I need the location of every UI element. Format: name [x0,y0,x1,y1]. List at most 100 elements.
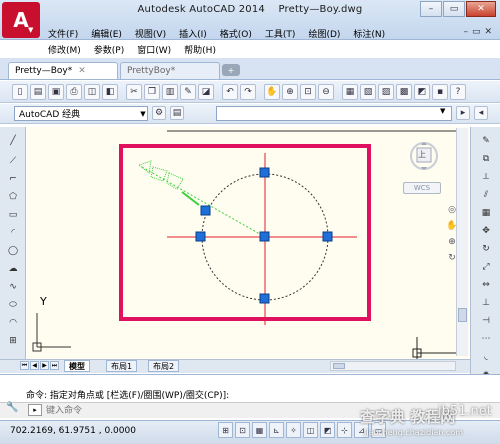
new-file-icon[interactable]: ▯ [12,83,28,100]
publish-icon[interactable]: ◧ [102,83,118,100]
layer-previous-icon[interactable]: ◂ [474,106,488,120]
polyline-icon[interactable]: ⌐ [7,173,19,185]
ellipse-icon[interactable]: ⬭ [7,299,19,311]
extend-icon[interactable]: ⊣ [480,315,492,327]
workspace-settings-icon[interactable]: ⚙ [152,106,166,120]
paste-icon[interactable]: ▥ [162,83,178,100]
ellipse-arc-icon[interactable]: ◠ [7,317,19,329]
open-file-icon[interactable]: ▤ [30,83,46,100]
zoom-realtime-icon[interactable]: ⊕ [282,83,298,100]
redo-icon[interactable]: ↷ [240,83,256,100]
print-preview-icon[interactable]: ◫ [84,83,100,100]
menu-format[interactable]: 格式(O) [220,27,252,40]
pan-icon[interactable]: ✋ [264,83,280,100]
menu-file[interactable]: 文件(F) [48,27,78,40]
menu-edit[interactable]: 编辑(E) [91,27,122,40]
rectangle-icon[interactable]: ▭ [7,209,19,221]
command-prompt-icon[interactable]: ▸ [28,404,42,416]
layer-dropdown[interactable] [216,106,452,121]
horizontal-scroll-thumb[interactable] [333,363,345,369]
spline-icon[interactable]: ∿ [7,281,19,293]
menu-draw[interactable]: 绘图(D) [308,27,340,40]
zoom-previous-icon[interactable]: ⊖ [318,83,334,100]
menu-view[interactable]: 视图(V) [135,27,166,40]
circle-icon[interactable]: ◯ [7,245,19,257]
design-center-icon[interactable]: ▧ [360,83,376,100]
menu-modify[interactable]: 修改(M) [48,43,81,56]
wrench-icon[interactable]: 🔧 [6,402,18,413]
undo-icon[interactable]: ↶ [222,83,238,100]
ortho-mode-icon[interactable]: ⊾ [269,422,284,438]
maximize-button[interactable]: ▭ [443,1,465,17]
prev-layout-icon[interactable]: ◀ [30,361,39,370]
menu-insert[interactable]: 插入(I) [179,27,207,40]
chevron-down-icon[interactable]: ▼ [440,107,445,115]
array-icon[interactable]: ▦ [480,207,492,219]
mirror-icon[interactable]: ⟂ [480,171,492,183]
doc-close-button[interactable]: ✕ [484,27,492,37]
grip-dimension[interactable] [200,205,211,216]
offset-icon[interactable]: ⫽ [480,189,492,201]
grip-quadrant-left[interactable] [195,231,206,242]
new-tab-button[interactable]: + [222,64,240,76]
tab-pretty-boy-active[interactable]: Pretty—Boy* ✕ [8,62,118,79]
stretch-icon[interactable]: ⇔ [480,279,492,291]
grip-quadrant-right[interactable] [322,231,333,242]
trim-icon[interactable]: ⊥ [480,297,492,309]
fillet-icon[interactable]: ◟ [480,351,492,363]
scale-icon[interactable]: ⤢ [480,261,492,273]
chevron-down-icon[interactable]: ▼ [138,106,148,121]
match-properties-icon[interactable]: ✎ [180,83,196,100]
command-input[interactable] [46,403,296,417]
object-snap-icon[interactable]: ◫ [303,422,318,438]
make-current-layer-icon[interactable]: ▸ [456,106,470,120]
menu-tools[interactable]: 工具(T) [265,27,296,40]
logo-dropdown-icon[interactable]: ▼ [28,26,33,34]
dimension-leader[interactable] [141,166,266,238]
doc-minimize-button[interactable]: – [463,27,468,37]
tab-layout1[interactable]: 布局1 [106,360,138,372]
copy-object-icon[interactable]: ⧉ [480,153,492,165]
zoom-window-icon[interactable]: ⊡ [300,83,316,100]
sheet-set-icon[interactable]: ▩ [396,83,412,100]
horizontal-scrollbar[interactable] [330,361,456,371]
help-icon[interactable]: ? [450,83,466,100]
vertical-scroll-thumb[interactable] [458,308,467,322]
tab-model[interactable]: 模型 [64,360,90,372]
object-snap-tracking-icon[interactable]: ⊹ [337,422,352,438]
menu-parametric[interactable]: 参数(P) [94,43,124,56]
layer-properties-icon[interactable]: ▤ [170,106,184,120]
arc-icon[interactable]: ◜ [7,227,19,239]
grip-quadrant-bottom[interactable] [259,293,270,304]
save-icon[interactable]: ▣ [48,83,64,100]
first-layout-icon[interactable]: ⏮ [20,361,29,370]
grid-display-icon[interactable]: ▦ [252,422,267,438]
line-icon[interactable]: ╱ [7,135,19,147]
markup-icon[interactable]: ◩ [414,83,430,100]
menu-window[interactable]: 窗口(W) [137,43,171,56]
dimension-text[interactable] [137,160,184,190]
revision-cloud-icon[interactable]: ☁ [7,263,19,275]
doc-restore-button[interactable]: ▭ [472,27,481,37]
snap-mode-icon[interactable]: ⊡ [235,422,250,438]
insert-block-icon[interactable]: ⊞ [7,335,19,347]
move-icon[interactable]: ✥ [480,225,492,237]
properties-icon[interactable]: ▦ [342,83,358,100]
erase-icon[interactable]: ✎ [480,135,492,147]
print-icon[interactable]: ⎙ [66,83,82,100]
rotate-icon[interactable]: ↻ [480,243,492,255]
tab-prettyboy[interactable]: PrettyBoy* [120,62,220,79]
tab-close-icon[interactable]: ✕ [78,66,86,76]
last-layout-icon[interactable]: ⏭ [50,361,59,370]
calculator-icon[interactable]: ▪ [432,83,448,100]
next-layout-icon[interactable]: ▶ [40,361,49,370]
tool-palettes-icon[interactable]: ▨ [378,83,394,100]
grip-center[interactable] [259,231,270,242]
viewcube-face-top[interactable]: 上 [418,149,426,160]
menu-help[interactable]: 帮助(H) [184,43,216,56]
polygon-icon[interactable]: ⬠ [7,191,19,203]
vertical-scrollbar[interactable] [456,128,468,356]
cut-icon[interactable]: ✂ [126,83,142,100]
workspace-dropdown[interactable]: AutoCAD 经典 [14,106,148,121]
polar-tracking-icon[interactable]: ✧ [286,422,301,438]
